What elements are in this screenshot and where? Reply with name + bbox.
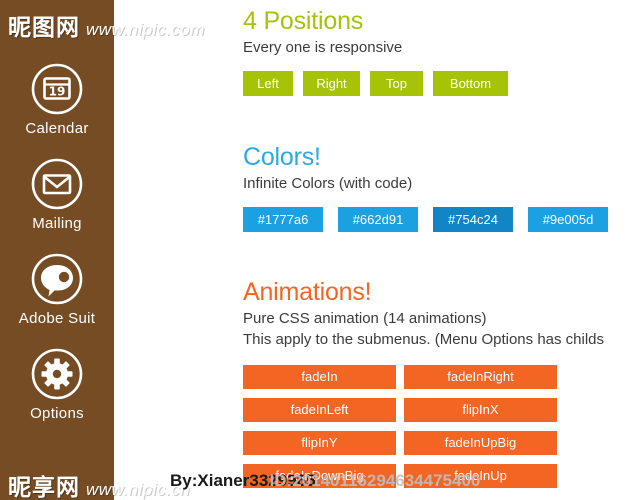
positions-subtitle: Every one is responsive (243, 39, 403, 56)
sidebar-item-label: Calendar (25, 120, 89, 137)
sidebar-item-calendar[interactable]: 19 Calendar (0, 62, 114, 157)
colors-subtitle: Infinite Colors (with code) (243, 175, 413, 192)
sidebar-item-label: Options (30, 405, 84, 422)
sidebar: 19 Calendar Mailing Adobe Suit Options (0, 0, 114, 500)
animation-button-flipinx[interactable]: flipInX (404, 398, 557, 422)
photoshop-bubble-icon (30, 252, 84, 306)
calendar-badge-text: 19 (49, 85, 66, 99)
animations-heading: Animations! (243, 278, 372, 306)
color-swatch-button-1[interactable]: #1777a6 (243, 207, 323, 232)
positions-button-row: Left Right Top Bottom (243, 71, 636, 96)
screenshot-stage: 19 Calendar Mailing Adobe Suit Options 4… (0, 0, 636, 500)
main-content: 4 Positions Every one is responsive Left… (243, 0, 636, 500)
animation-button-fadeinright[interactable]: fadeInRight (404, 365, 557, 389)
position-bottom-button[interactable]: Bottom (433, 71, 508, 96)
envelope-icon (30, 157, 84, 211)
positions-heading: 4 Positions (243, 7, 364, 35)
position-top-button[interactable]: Top (370, 71, 423, 96)
sidebar-item-label: Adobe Suit (18, 310, 96, 327)
animation-button-fadeinup[interactable]: fadeInUp (404, 464, 557, 488)
sidebar-item-label: Mailing (32, 215, 82, 232)
section-positions: 4 Positions Every one is responsive Left… (243, 6, 636, 96)
animation-button-flipiny[interactable]: flipInY (243, 431, 396, 455)
colors-button-row: #1777a6 #662d91 #754c24 #9e005d (243, 207, 636, 232)
animation-button-fadeinleft[interactable]: fadeInLeft (243, 398, 396, 422)
animations-button-grid: fadeIn fadeInRight fadeInLeft flipInX fl… (243, 365, 636, 488)
animation-button-fadeinupbig[interactable]: fadeInUpBig (404, 431, 557, 455)
color-swatch-button-4[interactable]: #9e005d (528, 207, 608, 232)
section-colors: Colors! Infinite Colors (with code) #177… (243, 142, 636, 232)
animation-button-fadeindownbig[interactable]: fadeInDownBig (243, 464, 396, 488)
animations-subtitle-line1: Pure CSS animation (14 animations) (243, 310, 487, 327)
sidebar-item-mailing[interactable]: Mailing (0, 157, 114, 252)
section-animations: Animations! Pure CSS animation (14 anima… (243, 277, 636, 488)
color-swatch-button-2[interactable]: #662d91 (338, 207, 418, 232)
position-right-button[interactable]: Right (303, 71, 360, 96)
animation-button-fadein[interactable]: fadeIn (243, 365, 396, 389)
calendar-icon: 19 (30, 62, 84, 116)
sidebar-nav: 19 Calendar Mailing Adobe Suit Options (0, 62, 114, 442)
sidebar-item-options[interactable]: Options (0, 347, 114, 442)
colors-heading: Colors! (243, 143, 321, 171)
gear-icon (30, 347, 84, 401)
animations-subtitle-line2: This apply to the submenus. (Menu Option… (243, 331, 605, 348)
color-swatch-button-3[interactable]: #754c24 (433, 207, 513, 232)
position-left-button[interactable]: Left (243, 71, 293, 96)
sidebar-item-adobe-suit[interactable]: Adobe Suit (0, 252, 114, 347)
